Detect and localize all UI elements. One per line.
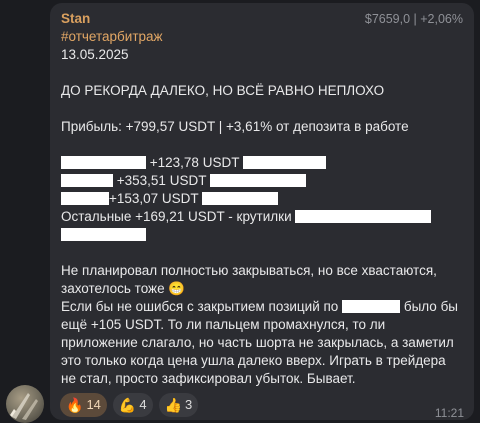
message-date: 13.05.2025 xyxy=(61,47,129,62)
reaction-count: 3 xyxy=(185,397,193,412)
message-bubble[interactable]: Stan $7659,0 | +2,06% #отчетарбитраж 13.… xyxy=(50,3,474,420)
others-text: Остальные +169,21 USDT - крутилки xyxy=(61,209,292,224)
paragraph-2: Если бы не ошибся с закрытием позиций по… xyxy=(61,298,463,388)
flexed-biceps-icon: 💪 xyxy=(118,397,137,413)
redacted-block xyxy=(202,192,279,205)
redacted-block xyxy=(61,156,146,169)
avatar[interactable] xyxy=(6,385,44,423)
reaction-count: 4 xyxy=(139,397,147,412)
paragraph-1: Не планировал полностью закрываться, но … xyxy=(61,263,437,296)
thumbs-up-icon: 👍 xyxy=(164,397,183,413)
author-name[interactable]: Stan xyxy=(61,10,90,28)
redacted-block xyxy=(61,192,109,205)
item-value: +123,78 USDT xyxy=(149,155,240,170)
redacted-row xyxy=(61,226,463,244)
reaction-thumbs-up[interactable]: 👍 3 xyxy=(158,393,199,417)
reaction-flex[interactable]: 💪 4 xyxy=(112,393,153,417)
price-badge: $7659,0 | +2,06% xyxy=(364,12,463,26)
item-row: +123,78 USDT xyxy=(61,154,463,172)
reaction-fire[interactable]: 🔥 14 xyxy=(60,393,107,417)
reactions-bar: 🔥 14 💪 4 👍 3 xyxy=(60,393,199,417)
message-time: 11:21 xyxy=(434,406,464,420)
redacted-block xyxy=(242,156,326,169)
headline: ДО РЕКОРДА ДАЛЕКО, НО ВСЁ РАВНО НЕПЛОХО xyxy=(61,83,385,98)
others-row: Остальные +169,21 USDT - крутилки xyxy=(61,208,463,226)
item-row: +353,51 USDT xyxy=(61,172,463,190)
item-value: +353,51 USDT xyxy=(116,173,207,188)
reaction-count: 14 xyxy=(86,397,101,412)
fire-icon: 🔥 xyxy=(66,397,84,413)
redacted-block xyxy=(61,228,146,241)
redacted-block xyxy=(342,300,401,313)
hashtag-link[interactable]: #отчетарбитраж xyxy=(61,28,463,46)
redacted-block xyxy=(295,210,432,223)
redacted-block xyxy=(61,174,113,187)
item-value: +153,07 USDT xyxy=(109,191,199,206)
redacted-block xyxy=(209,174,306,187)
profit-line: Прибыль: +799,57 USDT | +3,61% от депози… xyxy=(61,119,409,134)
paragraph-2-prefix: Если бы не ошибся с закрытием позиций по xyxy=(61,299,339,314)
message-header: Stan $7659,0 | +2,06% xyxy=(61,10,463,28)
item-row: +153,07 USDT xyxy=(61,190,463,208)
